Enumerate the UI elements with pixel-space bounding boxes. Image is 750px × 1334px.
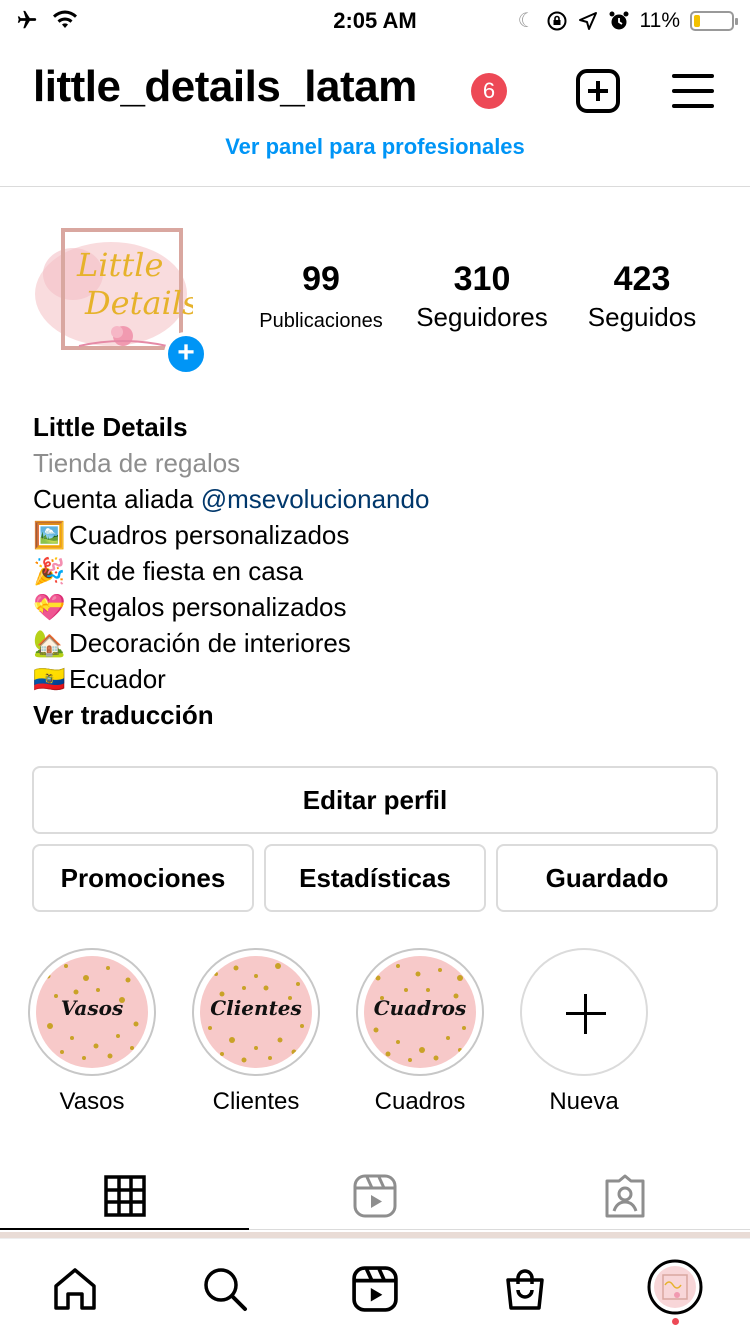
highlight-cover: Cuadros xyxy=(364,956,476,1068)
highlight-clientes[interactable]: Clientes Clientes xyxy=(192,948,320,1116)
posts-label: Publicaciones xyxy=(259,310,383,332)
heart-gift-emoji-icon: 💝 xyxy=(33,592,66,622)
picture-emoji-icon: 🖼️ xyxy=(33,520,66,550)
profile-tabs xyxy=(0,1160,750,1232)
tagged-user-icon xyxy=(605,1174,645,1218)
tab-tagged[interactable] xyxy=(500,1160,750,1232)
bio-item: 🇪🇨 Ecuador xyxy=(33,661,723,697)
highlight-ring: Clientes xyxy=(192,948,320,1076)
see-translation-link[interactable]: Ver traducción xyxy=(33,697,723,733)
profile-name: Little Details xyxy=(33,412,188,442)
header-divider xyxy=(0,186,750,187)
bio-item: 🏡 Decoración de interiores xyxy=(33,625,723,661)
highlight-cover: Clientes xyxy=(200,956,312,1068)
bio-item: 💝 Regalos personalizados xyxy=(33,589,723,625)
ecuador-flag-icon: 🇪🇨 xyxy=(33,664,66,694)
following-label: Seguidos xyxy=(587,302,697,332)
avatar-logo-text: Little Details xyxy=(76,246,198,322)
alarm-icon xyxy=(609,11,629,29)
highlight-label: Cuadros xyxy=(374,1088,466,1115)
svg-text:Details: Details xyxy=(84,284,193,322)
active-tab-indicator xyxy=(0,1228,249,1230)
status-bar: 2:05 AM ☾ 11% xyxy=(0,0,750,40)
stat-followers[interactable]: 310 Seguidores xyxy=(404,258,560,334)
highlight-label: Nueva xyxy=(549,1088,619,1115)
bio-mention-link[interactable]: @msevolucionando xyxy=(201,484,430,514)
home-icon xyxy=(54,1268,96,1310)
shopping-bag-icon xyxy=(506,1269,544,1310)
profile-avatar[interactable]: Little Details xyxy=(33,224,198,354)
bio-item: 🎉 Kit de fiesta en casa xyxy=(33,553,723,589)
battery-percent: 11% xyxy=(639,8,680,32)
nav-reels[interactable] xyxy=(345,1261,405,1317)
highlight-label: Vasos xyxy=(59,1088,125,1115)
tab-posts-grid[interactable] xyxy=(0,1160,250,1232)
edit-profile-button[interactable]: Editar perfil xyxy=(32,766,718,834)
highlight-vasos[interactable]: Vasos Vasos xyxy=(28,948,156,1116)
grid-icon xyxy=(104,1175,146,1217)
promotions-button[interactable]: Promociones xyxy=(32,844,254,912)
create-post-icon[interactable] xyxy=(576,69,620,113)
following-count: 423 xyxy=(613,260,671,298)
nav-search[interactable] xyxy=(195,1261,255,1317)
saved-button[interactable]: Guardado xyxy=(496,844,718,912)
bio-item-text: Cuadros personalizados xyxy=(69,520,350,550)
followers-count: 310 xyxy=(453,260,511,298)
party-emoji-icon: 🎉 xyxy=(33,556,66,586)
highlight-new[interactable]: Nueva xyxy=(520,948,648,1116)
profile-avatar-icon xyxy=(647,1259,703,1315)
bio-item-text: Decoración de interiores xyxy=(69,628,351,658)
nav-home[interactable] xyxy=(45,1261,105,1317)
profile-username[interactable]: little_details_latam xyxy=(33,62,417,112)
stat-following[interactable]: 423 Seguidos xyxy=(570,258,714,334)
tabs-divider xyxy=(249,1229,750,1230)
reels-icon xyxy=(353,1174,397,1218)
rotation-lock-icon xyxy=(547,11,567,30)
nav-shop[interactable] xyxy=(495,1261,555,1317)
profile-activity-dot xyxy=(672,1318,679,1325)
status-right: ☾ 11% xyxy=(517,8,738,33)
highlight-cover-text: Cuadros xyxy=(373,996,467,1020)
tab-reels[interactable] xyxy=(250,1160,500,1232)
bio-item-text: Ecuador xyxy=(69,664,166,694)
battery-icon xyxy=(690,10,738,31)
add-story-button[interactable]: + xyxy=(164,332,208,376)
bio-partner-prefix: Cuenta aliada xyxy=(33,484,201,514)
plus-icon xyxy=(520,948,648,1076)
highlight-label: Clientes xyxy=(212,1088,300,1115)
reels-icon xyxy=(352,1266,398,1312)
stat-posts[interactable]: 99 Publicaciones xyxy=(250,258,392,338)
profile-category: Tienda de regalos xyxy=(33,448,241,478)
notification-badge[interactable]: 6 xyxy=(471,73,507,109)
search-icon xyxy=(204,1268,247,1311)
highlight-cover-text: Vasos xyxy=(60,996,124,1020)
professional-dashboard-link[interactable]: Ver panel para profesionales xyxy=(0,134,750,160)
highlight-cover-text: Clientes xyxy=(210,996,302,1020)
svg-text:Little: Little xyxy=(76,246,163,284)
highlight-ring: Cuadros xyxy=(356,948,484,1076)
bio-item-text: Kit de fiesta en casa xyxy=(69,556,304,586)
location-icon xyxy=(578,11,597,30)
highlight-ring: Vasos xyxy=(28,948,156,1076)
nav-profile[interactable] xyxy=(645,1257,705,1317)
bio-item: 🖼️ Cuadros personalizados xyxy=(33,517,723,553)
bottom-navigation xyxy=(0,1238,750,1334)
bio-line-partner: Cuenta aliada @msevolucionando xyxy=(33,481,723,517)
insights-button[interactable]: Estadísticas xyxy=(264,844,486,912)
bio-item-text: Regalos personalizados xyxy=(69,592,347,622)
highlight-cuadros[interactable]: Cuadros Cuadros xyxy=(356,948,484,1116)
highlight-cover: Vasos xyxy=(36,956,148,1068)
house-emoji-icon: 🏡 xyxy=(33,628,66,658)
menu-icon[interactable] xyxy=(672,74,714,108)
profile-bio: Little Details Tienda de regalos Cuenta … xyxy=(33,409,723,733)
posts-count: 99 xyxy=(302,260,340,298)
followers-label: Seguidores xyxy=(416,302,548,332)
moon-icon: ☾ xyxy=(517,10,536,32)
